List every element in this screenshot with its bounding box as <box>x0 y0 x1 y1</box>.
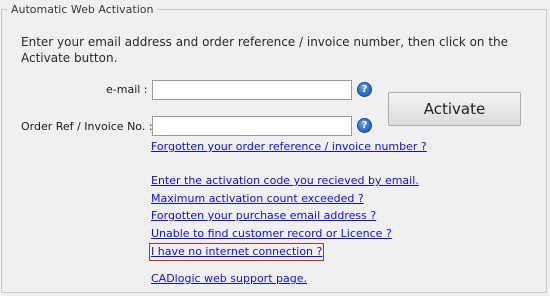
forgotten-email-link[interactable]: Forgotten your purchase email address ? <box>151 209 376 223</box>
max-activation-count-link[interactable]: Maximum activation count exceeded ? <box>151 192 364 206</box>
no-internet-link[interactable]: I have no internet connection ? <box>148 243 325 261</box>
enter-activation-code-link[interactable]: Enter the activation code you recieved b… <box>151 174 419 188</box>
order-ref-input[interactable] <box>152 116 352 136</box>
email-input[interactable] <box>152 80 352 100</box>
order-ref-label: Order Ref / Invoice No. : <box>21 120 153 133</box>
email-label: e-mail : <box>106 83 148 96</box>
activation-panel: Automatic Web Activation Enter your emai… <box>0 0 550 296</box>
forgotten-order-ref-link[interactable]: Forgotten your order reference / invoice… <box>151 140 427 154</box>
instructions-text: Enter your email address and order refer… <box>21 35 509 65</box>
order-ref-help-icon[interactable]: ? <box>357 118 372 133</box>
web-support-link[interactable]: CADlogic web support page. <box>151 272 307 286</box>
group-title: Automatic Web Activation <box>7 3 158 16</box>
unable-find-record-link[interactable]: Unable to find customer record or Licenc… <box>151 227 392 241</box>
activate-button[interactable]: Activate <box>388 92 521 126</box>
email-help-icon[interactable]: ? <box>357 82 372 97</box>
